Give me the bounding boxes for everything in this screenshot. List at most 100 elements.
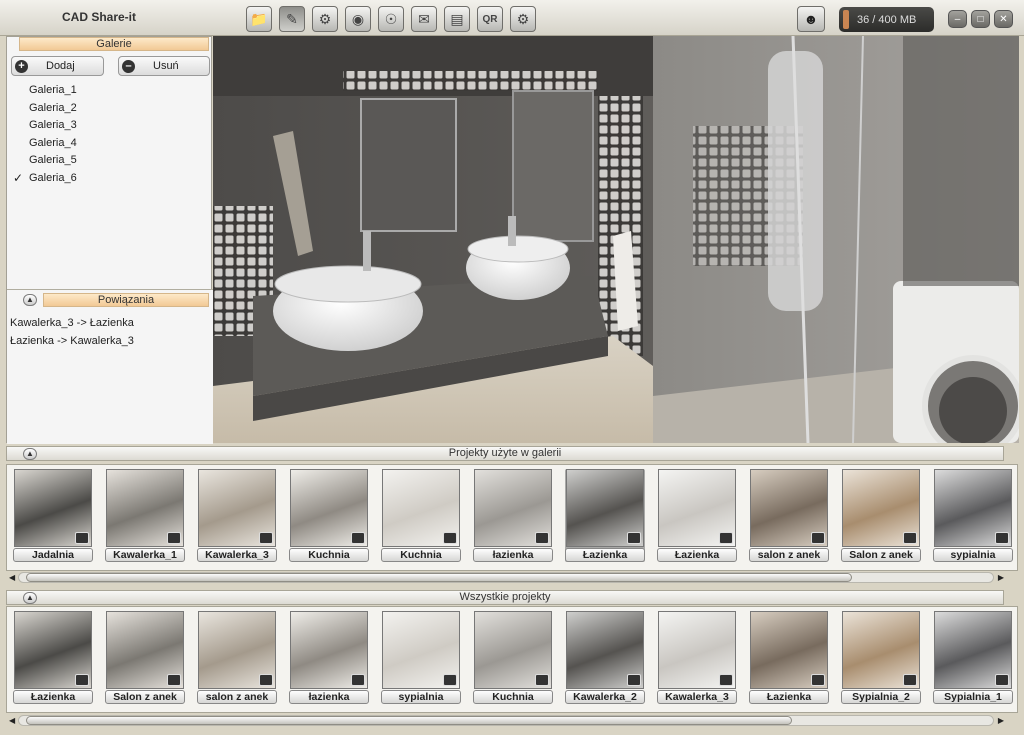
maximize-icon[interactable]: □ [971,10,990,28]
add-gallery-button[interactable]: + Dodaj [11,56,104,76]
project-thumbnail[interactable]: sypialnia [381,611,461,704]
all-projects-scrollbar[interactable]: ◀ ▶ [6,714,1006,727]
image-icon [259,532,273,544]
project-thumbnail-image [658,611,736,689]
scroll-right-icon[interactable]: ▶ [998,716,1004,725]
project-thumbnail-image [382,611,460,689]
users-icon[interactable]: ☻ [797,6,825,32]
gallery-item[interactable]: Galeria_1 [11,82,77,100]
camera-icon[interactable]: ◉ [345,6,371,32]
project-thumbnail-label: Salon z anek [105,690,185,704]
project-thumbnail-label: Łazienka [565,548,645,562]
gallery-item[interactable]: Galeria_5 [11,152,77,170]
project-thumbnail[interactable]: Kuchnia [381,469,461,562]
project-thumbnail[interactable]: Sypialnia_1 [933,611,1013,704]
project-thumbnail[interactable]: Salon z anek [105,611,185,704]
project-thumbnail[interactable]: salon z anek [197,611,277,704]
project-thumbnail-label: Jadalnia [13,548,93,562]
gallery-title: Galerie [19,37,209,51]
project-thumbnail[interactable]: Łazienka [657,469,737,562]
image-icon [995,532,1009,544]
project-thumbnail[interactable]: łazienka [289,611,369,704]
project-thumbnail[interactable]: Jadalnia [13,469,93,562]
render-preview[interactable] [213,36,1019,443]
project-thumbnail[interactable]: Kawalerka_3 [197,469,277,562]
project-thumbnail-label: sypialnia [933,548,1013,562]
scroll-right-icon[interactable]: ▶ [998,573,1004,582]
relation-item[interactable]: Kawalerka_3 -> Łazienka [10,314,134,332]
scroll-left-icon[interactable]: ◀ [9,716,15,725]
project-thumbnail-image [566,469,644,547]
image-icon [719,674,733,686]
project-thumbnail[interactable]: Kawalerka_2 [565,611,645,704]
project-thumbnail[interactable]: łazienka [473,469,553,562]
project-thumbnail-image [474,611,552,689]
project-thumbnail[interactable]: Kuchnia [473,611,553,704]
collapse-icon[interactable]: ▲ [23,448,37,460]
project-thumbnail-image [934,469,1012,547]
gear-icon[interactable]: ⚙ [510,6,536,32]
relation-item[interactable]: Łazienka -> Kawalerka_3 [10,332,134,350]
project-thumbnail[interactable]: Kawalerka_1 [105,469,185,562]
gallery-item[interactable]: Galeria_4 [11,135,77,153]
image-icon [535,532,549,544]
gallery-item[interactable]: Galeria_3 [11,117,77,135]
project-thumbnail[interactable]: Łazienka [13,611,93,704]
chart-icon[interactable]: ▤ [444,6,470,32]
image-icon [351,674,365,686]
image-icon [811,532,825,544]
gallery-item-label: Galeria_5 [29,154,77,166]
project-thumbnail[interactable]: Łazienka [749,611,829,704]
image-icon [167,674,181,686]
relations-title: Powiązania [43,293,209,307]
gallery-item-label: Galeria_4 [29,136,77,149]
project-thumbnail[interactable]: Kuchnia [289,469,369,562]
gallery-item-label: Galeria_3 [29,119,77,131]
relations-list: Kawalerka_3 -> Łazienka Łazienka -> Kawa… [10,314,134,350]
project-thumbnail[interactable]: Salon z anek [841,469,921,562]
all-projects-header: ▲ Wszystkie projekty [6,590,1004,605]
image-icon [167,532,181,544]
collapse-icon[interactable]: ▲ [23,294,37,306]
project-thumbnail-image [106,611,184,689]
project-thumbnail[interactable]: Łazienka [565,469,645,562]
project-thumbnail[interactable]: sypialnia [933,469,1013,562]
left-panel: Galerie + Dodaj – Usuń Galeria_1 Galeria… [6,36,213,444]
project-thumbnail[interactable]: Sypialnia_2 [841,611,921,704]
minus-icon: – [122,59,135,73]
gallery-projects-header: ▲ Projekty użyte w galerii [6,446,1004,461]
share-icon[interactable]: ⚙ [312,6,338,32]
all-projects-strip: Łazienka Salon z anek salon z anek łazienka… [6,606,1018,713]
project-thumbnail-image [198,469,276,547]
project-thumbnail-label: Kawalerka_1 [105,548,185,562]
project-thumbnail-label: salon z anek [749,548,829,562]
gallery-projects-scrollbar[interactable]: ◀ ▶ [6,571,1006,584]
project-thumbnail[interactable]: salon z anek [749,469,829,562]
gallery-item[interactable]: Galeria_2 [11,100,77,118]
edit-icon[interactable]: ✎ [279,6,305,32]
plus-icon: + [15,59,28,73]
project-thumbnail-label: Sypialnia_2 [841,690,921,704]
qr-icon[interactable]: QR [477,6,503,32]
minimize-icon[interactable]: – [948,10,967,28]
collapse-icon[interactable]: ▲ [23,592,37,604]
gallery-item-selected[interactable]: ✓ Galeria_6 [11,170,77,188]
project-thumbnail-label: salon z anek [197,690,277,704]
close-icon[interactable]: ✕ [994,10,1013,28]
folder-icon[interactable]: 📁 [246,6,272,32]
project-thumbnail-label: Kawalerka_2 [565,690,645,704]
project-thumbnail-image [382,469,460,547]
scroll-left-icon[interactable]: ◀ [9,573,15,582]
project-thumbnail-label: Łazienka [749,690,829,704]
project-thumbnail[interactable]: Kawalerka_3 [657,611,737,704]
globe-icon[interactable]: ☉ [378,6,404,32]
remove-gallery-button[interactable]: – Usuń [118,56,210,76]
project-thumbnail-image [566,611,644,689]
qr-label: QR [482,13,498,25]
scroll-thumb[interactable] [26,716,792,725]
remove-gallery-label: Usuń [153,60,179,72]
project-thumbnail-label: Kawalerka_3 [657,690,737,704]
scroll-thumb[interactable] [26,573,852,582]
image-icon [627,674,641,686]
mail-icon[interactable]: ✉ [411,6,437,32]
